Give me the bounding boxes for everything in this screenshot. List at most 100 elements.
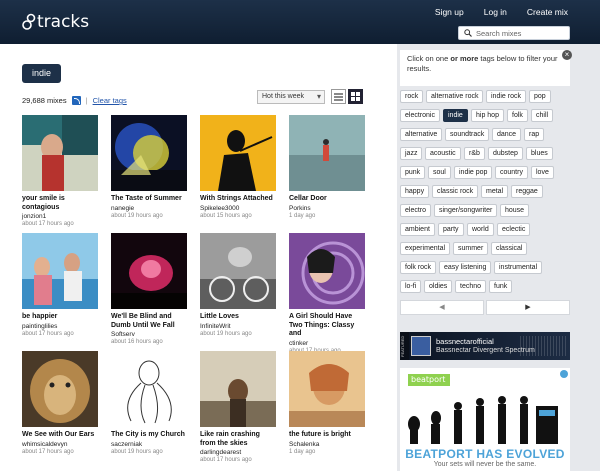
- tag-button[interactable]: indie: [443, 109, 468, 122]
- mix-card[interactable]: Cellar Door Porkins 1 day ago: [289, 115, 365, 220]
- tag-button[interactable]: metal: [481, 185, 509, 198]
- mix-user[interactable]: ctinker: [289, 340, 365, 348]
- tag-button[interactable]: dubstep: [488, 147, 523, 160]
- tag-button[interactable]: jazz: [400, 147, 423, 160]
- site-logo[interactable]: tracks: [22, 12, 89, 32]
- mix-user[interactable]: saczerniak: [111, 441, 187, 449]
- mix-user[interactable]: InfiniteWrit: [200, 323, 276, 331]
- tag-button[interactable]: pop: [529, 90, 551, 103]
- mix-cover-image[interactable]: [111, 115, 187, 191]
- tag-button[interactable]: lo-fi: [400, 280, 422, 293]
- tag-button[interactable]: country: [495, 166, 528, 179]
- tag-button[interactable]: oldies: [424, 280, 453, 293]
- tag-button[interactable]: summer: [453, 242, 489, 255]
- create-mix-link[interactable]: Create mix: [517, 6, 578, 18]
- mix-user[interactable]: jonzion1: [22, 213, 98, 221]
- sign-up-link[interactable]: Sign up: [425, 6, 474, 18]
- mix-card[interactable]: The City is my Church saczerniak about 1…: [111, 351, 187, 456]
- tag-button[interactable]: happy: [400, 185, 430, 198]
- tag-button[interactable]: soul: [428, 166, 451, 179]
- tag-button[interactable]: techno: [455, 280, 487, 293]
- active-tag-chip[interactable]: indie: [22, 64, 62, 83]
- mix-user[interactable]: Spikelee3000: [200, 205, 276, 213]
- mix-cover-image[interactable]: [200, 115, 276, 191]
- tag-button[interactable]: acoustic: [425, 147, 461, 160]
- mix-title[interactable]: With Strings Attached: [200, 195, 276, 204]
- mix-title[interactable]: your smile is contagious: [22, 195, 98, 212]
- tag-button[interactable]: electronic: [400, 109, 440, 122]
- tag-button[interactable]: alternative rock: [426, 90, 484, 103]
- mix-user[interactable]: paintinglilies: [22, 323, 98, 331]
- mix-title[interactable]: We See with Our Ears: [22, 431, 98, 440]
- mix-cover-image[interactable]: [200, 233, 276, 309]
- tag-button[interactable]: world: [467, 223, 494, 236]
- mix-user[interactable]: Schalenka: [289, 441, 365, 449]
- rss-icon[interactable]: [71, 96, 81, 105]
- mix-card[interactable]: The Taste of Summer nanegie about 19 hou…: [111, 115, 187, 220]
- sort-select[interactable]: Hot this week: [257, 90, 325, 104]
- tag-button[interactable]: instrumental: [494, 261, 543, 274]
- mix-title[interactable]: Cellar Door: [289, 195, 365, 204]
- clear-tags-link[interactable]: Clear tags: [93, 96, 127, 105]
- search-box[interactable]: [458, 26, 570, 40]
- tag-button[interactable]: classic rock: [432, 185, 479, 198]
- tag-button[interactable]: experimental: [400, 242, 451, 255]
- mix-cover-image[interactable]: [200, 351, 276, 427]
- mix-title[interactable]: The City is my Church: [111, 431, 187, 440]
- tag-button[interactable]: party: [438, 223, 464, 236]
- mix-card[interactable]: We'll Be Blind and Dumb Until We Fall So…: [111, 233, 187, 346]
- mix-title[interactable]: Little Loves: [200, 313, 276, 322]
- mix-title[interactable]: be happier: [22, 313, 98, 322]
- tag-button[interactable]: rap: [524, 128, 545, 141]
- mix-user[interactable]: Softserv: [111, 331, 187, 339]
- mix-card[interactable]: the future is bright Schalenka 1 day ago: [289, 351, 365, 456]
- mix-user[interactable]: Porkins: [289, 205, 365, 213]
- mix-card[interactable]: With Strings Attached Spikelee3000 about…: [200, 115, 276, 220]
- tag-button[interactable]: chill: [531, 109, 554, 122]
- search-input[interactable]: [476, 28, 566, 38]
- mix-title[interactable]: the future is bright: [289, 431, 365, 440]
- mix-card[interactable]: Like rain crashing from the skies darlin…: [200, 351, 276, 464]
- tag-button[interactable]: indie rock: [486, 90, 526, 103]
- mix-card[interactable]: be happier paintinglilies about 17 hours…: [22, 233, 98, 338]
- mix-title[interactable]: Like rain crashing from the skies: [200, 431, 276, 448]
- tag-button[interactable]: funk: [489, 280, 513, 293]
- tag-button[interactable]: classical: [491, 242, 528, 255]
- grid-view-button[interactable]: [348, 89, 363, 104]
- mix-title[interactable]: A Girl Should Have Two Things: Classy an…: [289, 313, 365, 339]
- tag-button[interactable]: alternative: [400, 128, 443, 141]
- tag-button[interactable]: love: [531, 166, 554, 179]
- mix-cover-image[interactable]: [111, 233, 187, 309]
- list-view-button[interactable]: [331, 89, 346, 104]
- next-page-button[interactable]: ▶: [486, 300, 570, 315]
- tag-button[interactable]: r&b: [464, 147, 485, 160]
- mix-title[interactable]: The Taste of Summer: [111, 195, 187, 204]
- tag-button[interactable]: indie pop: [454, 166, 493, 179]
- mix-cover-image[interactable]: [22, 351, 98, 427]
- tag-button[interactable]: folk: [507, 109, 528, 122]
- tag-button[interactable]: ambient: [400, 223, 435, 236]
- tag-button[interactable]: hip hop: [471, 109, 504, 122]
- tag-button[interactable]: rock: [400, 90, 424, 103]
- prev-page-button[interactable]: ◀: [400, 300, 484, 315]
- mix-user[interactable]: whimsicaldevyn: [22, 441, 98, 449]
- mix-cover-image[interactable]: [111, 351, 187, 427]
- mix-cover-image[interactable]: [22, 115, 98, 191]
- tag-button[interactable]: house: [500, 204, 530, 217]
- tag-button[interactable]: reggae: [511, 185, 543, 198]
- tag-button[interactable]: electro: [400, 204, 432, 217]
- log-in-link[interactable]: Log in: [474, 6, 517, 18]
- tag-button[interactable]: blues: [526, 147, 553, 160]
- mix-title[interactable]: We'll Be Blind and Dumb Until We Fall: [111, 313, 187, 330]
- mix-card[interactable]: We See with Our Ears whimsicaldevyn abou…: [22, 351, 98, 456]
- mix-cover-image[interactable]: [289, 233, 365, 309]
- tag-button[interactable]: soundtrack: [445, 128, 490, 141]
- featured-banner[interactable]: FEATURED bassnectarofficial Bassnectar D…: [400, 332, 570, 360]
- tag-button[interactable]: eclectic: [497, 223, 531, 236]
- mix-cover-image[interactable]: [22, 233, 98, 309]
- mix-user[interactable]: nanegie: [111, 205, 187, 213]
- tag-button[interactable]: easy listening: [439, 261, 492, 274]
- tag-button[interactable]: singer/songwriter: [434, 204, 498, 217]
- mix-cover-image[interactable]: [289, 351, 365, 427]
- mix-card[interactable]: A Girl Should Have Two Things: Classy an…: [289, 233, 365, 355]
